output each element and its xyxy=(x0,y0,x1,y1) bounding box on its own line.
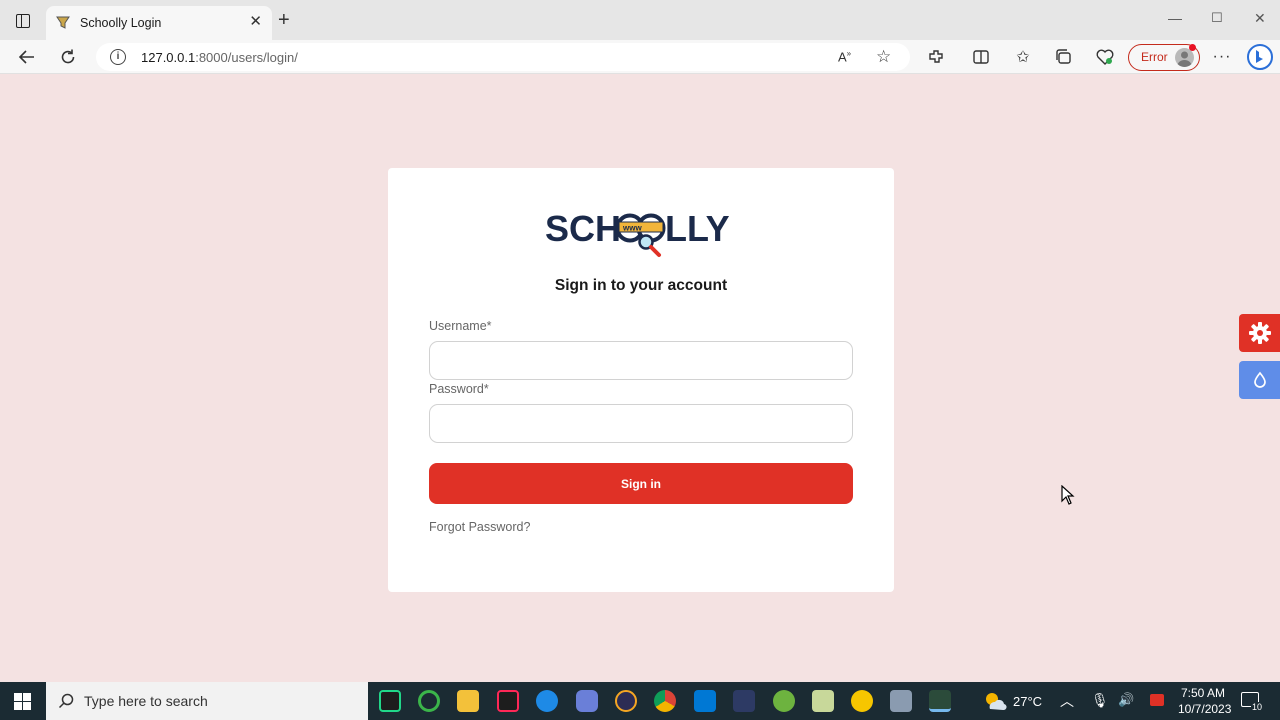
tab-actions-icon[interactable] xyxy=(16,14,30,28)
taskbar-search[interactable]: Type here to search xyxy=(46,682,368,720)
gear-icon xyxy=(1248,322,1271,344)
profile-error-button[interactable]: Error xyxy=(1128,44,1200,71)
settings-button[interactable] xyxy=(1239,314,1280,352)
favorites-icon[interactable]: ✩ xyxy=(1009,40,1037,74)
windows-taskbar: Type here to search 27°C ︿ 🎙 🔊 7:50 AM 1… xyxy=(0,682,1280,720)
new-tab-icon[interactable]: + xyxy=(278,10,290,30)
collections-icon[interactable] xyxy=(1050,40,1078,74)
url-host: 127.0.0.1 xyxy=(141,50,196,65)
spring-icon[interactable] xyxy=(773,690,795,712)
read-aloud-icon[interactable]: A» xyxy=(838,43,851,71)
page-title: Sign in to your account xyxy=(554,277,728,294)
clock-time[interactable]: 7:50 AM xyxy=(1181,686,1225,700)
back-icon[interactable] xyxy=(13,40,41,74)
close-tab-icon[interactable]: ✕ xyxy=(249,13,262,31)
app-green-ring-icon[interactable] xyxy=(418,690,440,712)
login-card: SCH www LLY Sign in to your account User… xyxy=(388,168,894,592)
network-icon[interactable] xyxy=(1150,694,1164,706)
app-yellow-icon[interactable] xyxy=(851,690,873,712)
intellij-icon[interactable] xyxy=(497,690,519,712)
browser-essentials-icon[interactable] xyxy=(1091,40,1119,74)
bing-copilot-icon[interactable] xyxy=(1246,40,1274,74)
signin-button[interactable]: Sign in xyxy=(429,463,853,504)
svg-text:LLY: LLY xyxy=(665,208,730,249)
drop-icon xyxy=(1253,371,1266,388)
microphone-icon[interactable]: 🎙 xyxy=(1091,692,1109,709)
schoolly-favicon-icon xyxy=(56,16,70,29)
favorite-star-icon[interactable]: ☆ xyxy=(876,43,891,71)
paint-icon[interactable] xyxy=(890,690,912,712)
profile-status-text: Error xyxy=(1141,50,1168,64)
chrome-icon[interactable] xyxy=(654,690,676,712)
refresh-icon[interactable] xyxy=(54,40,82,74)
chevron-up-icon[interactable]: ︿ xyxy=(1060,691,1074,711)
url-text: 127.0.0.1:8000/users/login/ xyxy=(141,50,298,65)
clock-date[interactable]: 10/7/2023 xyxy=(1178,702,1231,716)
theme-color-button[interactable] xyxy=(1239,361,1280,399)
active-app-icon[interactable] xyxy=(929,690,951,712)
extensions-icon[interactable] xyxy=(922,40,950,74)
url-path: :8000/users/login/ xyxy=(195,50,298,65)
browser-tab-bar: Schoolly Login ✕ + — ☐ ✕ xyxy=(0,0,1280,40)
browser-tab[interactable]: Schoolly Login ✕ xyxy=(46,6,272,40)
app-hex-icon[interactable] xyxy=(576,690,598,712)
username-label: Username* xyxy=(429,319,492,333)
notes-icon[interactable] xyxy=(812,690,834,712)
app-signal-icon[interactable] xyxy=(733,690,755,712)
weather-icon xyxy=(986,693,1007,711)
browser-toolbar: i 127.0.0.1:8000/users/login/ A» ☆ ✩ Err… xyxy=(0,40,1280,74)
site-info-icon[interactable]: i xyxy=(110,49,126,65)
edge-icon[interactable] xyxy=(536,690,558,712)
schoolly-logo: SCH www LLY xyxy=(545,208,730,257)
svg-text:www: www xyxy=(622,224,642,233)
more-options-icon[interactable]: ··· xyxy=(1208,40,1236,74)
search-placeholder: Type here to search xyxy=(84,693,208,709)
error-dot xyxy=(1189,44,1196,51)
volume-icon[interactable]: 🔊 xyxy=(1118,692,1134,708)
password-label: Password* xyxy=(429,382,489,396)
minimize-icon[interactable]: — xyxy=(1168,10,1182,26)
vscode-icon[interactable] xyxy=(694,690,716,712)
pycharm-icon[interactable] xyxy=(379,690,401,712)
password-field[interactable] xyxy=(429,404,853,443)
username-field[interactable] xyxy=(429,341,853,380)
split-screen-icon[interactable] xyxy=(967,40,995,74)
notification-count: 10 xyxy=(1251,702,1264,712)
maximize-icon[interactable]: ☐ xyxy=(1211,10,1223,26)
close-window-icon[interactable]: ✕ xyxy=(1254,10,1266,27)
address-bar[interactable]: i 127.0.0.1:8000/users/login/ A» ☆ xyxy=(96,43,910,71)
tab-title: Schoolly Login xyxy=(80,16,162,30)
file-explorer-icon[interactable] xyxy=(457,690,479,712)
temperature-text: 27°C xyxy=(1013,694,1043,709)
mouse-cursor-icon xyxy=(1061,485,1075,505)
search-icon xyxy=(58,693,74,709)
eclipse-icon[interactable] xyxy=(615,690,637,712)
forgot-password-link[interactable]: Forgot Password? xyxy=(429,520,530,534)
windows-icon[interactable] xyxy=(14,693,31,710)
svg-text:SCH: SCH xyxy=(545,208,621,249)
